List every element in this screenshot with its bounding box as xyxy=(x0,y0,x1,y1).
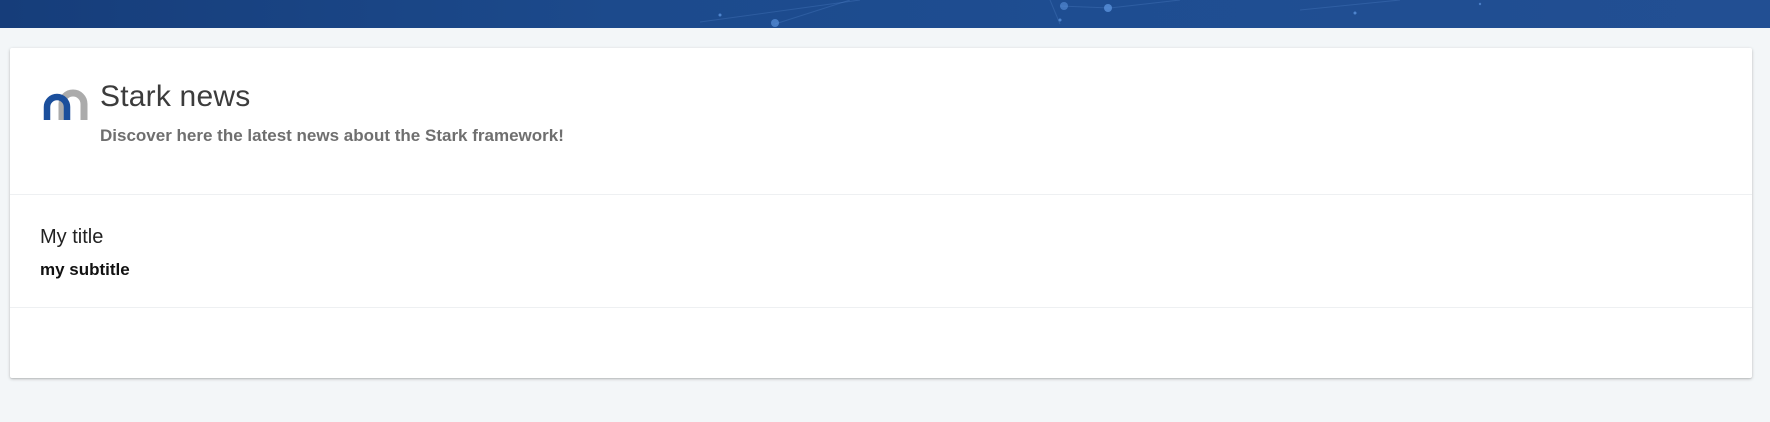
network-pattern-decoration xyxy=(699,0,1482,27)
top-banner xyxy=(0,0,1770,28)
news-item xyxy=(10,195,1752,308)
stark-logo-icon xyxy=(40,84,90,124)
news-item-title: My title xyxy=(40,226,104,248)
page-title: Stark news xyxy=(100,80,251,113)
page-subtitle: Discover here the latest news about the … xyxy=(100,126,564,145)
news-card: Stark news Discover here the latest news… xyxy=(10,48,1752,378)
news-item-subtitle: my subtitle xyxy=(40,260,130,279)
news-card-header: Stark news Discover here the latest news… xyxy=(10,48,1752,195)
